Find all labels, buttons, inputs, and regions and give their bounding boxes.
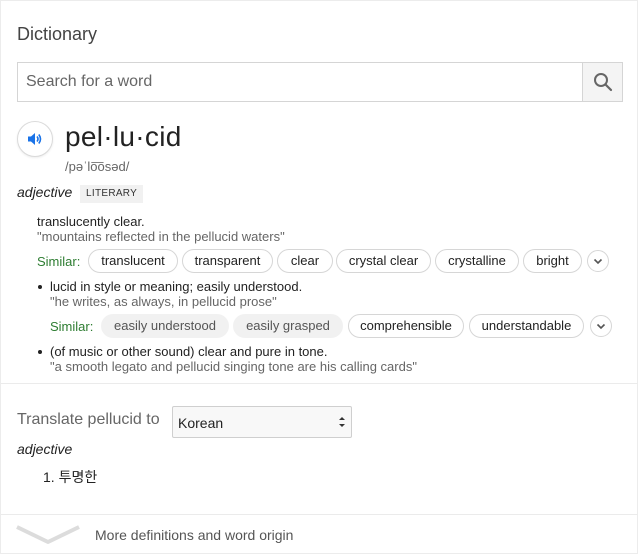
similar-chip-understandable[interactable]: understandable — [469, 314, 584, 338]
sense-1-definition: translucently clear. — [37, 214, 145, 229]
panel-title: Dictionary — [17, 24, 98, 44]
dictionary-panel: Dictionary pel·lu·cid /pəˈlo͞osəd/ adjec… — [0, 0, 638, 554]
sense-1-example: "mountains reflected in the pellucid wat… — [37, 229, 285, 244]
similar-chip-easily-grasped[interactable]: easily grasped — [233, 314, 343, 338]
language-select[interactable]: Korean — [172, 406, 352, 438]
divider — [1, 514, 638, 515]
phonetic-spelling: /pəˈlo͞osəd/ — [65, 159, 130, 174]
similar-chip-crystalline[interactable]: crystalline — [435, 249, 519, 273]
similar-chip-easily-understood[interactable]: easily understood — [101, 314, 229, 338]
sense-2-example: "he writes, as always, in pellucid prose… — [50, 294, 277, 309]
similar-chip-translucent[interactable]: translucent — [88, 249, 178, 273]
headword: pel·lu·cid — [65, 121, 182, 152]
expand-similar-button[interactable] — [587, 250, 609, 272]
chevron-down-icon[interactable] — [15, 523, 81, 545]
similar-chip-comprehensible[interactable]: comprehensible — [348, 314, 464, 338]
more-definitions-link[interactable]: More definitions and word origin — [95, 527, 293, 543]
bullet — [38, 350, 42, 354]
search-bar — [17, 62, 623, 102]
chevron-down-icon — [593, 258, 603, 265]
pronunciation-audio-button[interactable] — [17, 121, 53, 157]
search-button[interactable] — [582, 63, 622, 101]
speaker-icon — [28, 133, 42, 145]
translation-item: 1. 투명한 — [43, 469, 98, 485]
bullet — [38, 285, 42, 289]
sense-3-example: "a smooth legato and pellucid singing to… — [50, 359, 417, 374]
search-input[interactable] — [18, 63, 583, 101]
part-of-speech: adjective — [17, 184, 73, 200]
translate-label: Translate pellucid to — [17, 411, 160, 428]
search-icon — [593, 73, 612, 92]
sense-3-definition: (of music or other sound) clear and pure… — [50, 344, 328, 359]
translation-part-of-speech: adjective — [17, 441, 73, 457]
divider — [1, 383, 638, 384]
sense-1-similar-label: Similar: — [37, 254, 81, 269]
similar-chip-crystal-clear[interactable]: crystal clear — [336, 249, 431, 273]
register-tag: LITERARY — [80, 185, 144, 203]
expand-similar-button[interactable] — [590, 315, 612, 337]
chevron-down-icon — [596, 323, 606, 330]
select-arrows-icon — [339, 417, 345, 427]
similar-chip-transparent[interactable]: transparent — [182, 249, 273, 273]
language-select-value: Korean — [178, 415, 224, 431]
sense-2-definition: lucid in style or meaning; easily unders… — [50, 279, 303, 294]
sense-2-similar-label: Similar: — [50, 319, 94, 334]
similar-chip-clear[interactable]: clear — [277, 249, 333, 273]
similar-chip-bright[interactable]: bright — [523, 249, 582, 273]
